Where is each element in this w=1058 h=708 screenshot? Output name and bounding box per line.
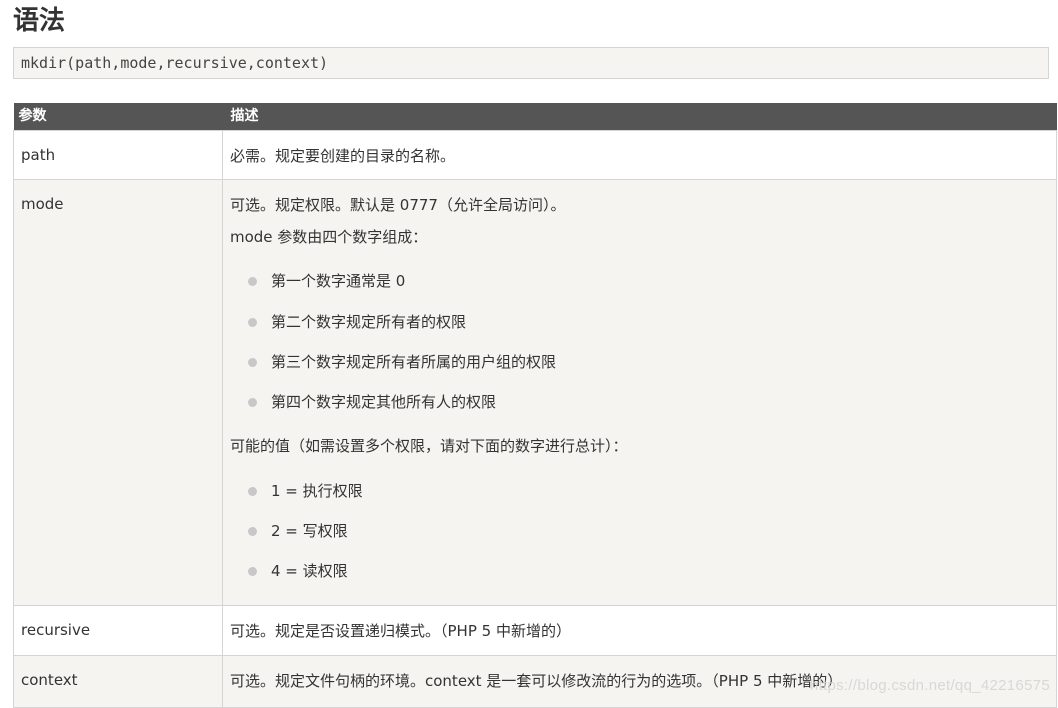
header-parameter: 参数 — [13, 103, 223, 131]
desc-line: 必需。规定要创建的目录的名称。 — [230, 147, 456, 165]
list-item-text: 第一个数字通常是 0 — [271, 272, 406, 290]
list-item: 1 = 执行权限 — [230, 481, 1056, 501]
permission-values-list: 1 = 执行权限 2 = 写权限 4 = 读权限 — [230, 481, 1056, 581]
bullet-dot-icon — [248, 358, 257, 367]
list-item-text: 1 = 执行权限 — [271, 482, 363, 500]
list-item-text: 4 = 读权限 — [271, 562, 348, 580]
page-title: 语法 — [13, 6, 66, 36]
bullet-dot-icon — [248, 318, 257, 327]
mode-digits-list: 第一个数字通常是 0 第二个数字规定所有者的权限 第三个数字规定所有者所属的用户… — [230, 271, 1056, 412]
table-header-row: 参数 描述 — [13, 103, 1057, 131]
list-item: 第三个数字规定所有者所属的用户组的权限 — [230, 352, 1056, 372]
param-name-mode: mode — [13, 179, 223, 606]
bullet-dot-icon — [248, 527, 257, 536]
param-desc-path: 必需。规定要创建的目录的名称。 — [222, 130, 1057, 180]
watermark-text: https://blog.csdn.net/qq_42216575 — [809, 677, 1050, 694]
desc-line: 可能的值（如需设置多个权限，请对下面的数字进行总计）： — [230, 437, 628, 455]
bullet-dot-icon — [248, 567, 257, 576]
table-row: recursive 可选。规定是否设置递归模式。（PHP 5 中新增的） — [13, 605, 1057, 656]
bullet-dot-icon — [248, 277, 257, 286]
table-row: path 必需。规定要创建的目录的名称。 — [13, 130, 1057, 180]
syntax-code-block: mkdir(path,mode,recursive,context) — [13, 47, 1049, 79]
param-name-recursive: recursive — [13, 605, 223, 656]
param-name-context: context — [13, 655, 223, 708]
param-desc-mode: 可选。规定权限。默认是 0777（允许全局访问）。 mode 参数由四个数字组成… — [222, 179, 1057, 606]
desc-line: 可选。规定是否设置递归模式。（PHP 5 中新增的） — [230, 622, 571, 640]
list-item: 2 = 写权限 — [230, 521, 1056, 541]
desc-line: mode 参数由四个数字组成： — [230, 228, 428, 246]
list-item: 第四个数字规定其他所有人的权限 — [230, 392, 1056, 412]
bullet-dot-icon — [248, 398, 257, 407]
list-item-text: 第二个数字规定所有者的权限 — [271, 313, 467, 331]
parameters-table: 参数 描述 path 必需。规定要创建的目录的名称。 mode 可选。规定权限。… — [13, 103, 1057, 708]
bullet-dot-icon — [248, 487, 257, 496]
list-item: 第二个数字规定所有者的权限 — [230, 312, 1056, 332]
param-desc-recursive: 可选。规定是否设置递归模式。（PHP 5 中新增的） — [222, 605, 1057, 656]
list-item-text: 2 = 写权限 — [271, 522, 348, 540]
header-description: 描述 — [222, 103, 1057, 131]
list-item: 4 = 读权限 — [230, 561, 1056, 581]
list-item-text: 第三个数字规定所有者所属的用户组的权限 — [271, 353, 557, 371]
desc-line: 可选。规定权限。默认是 0777（允许全局访问）。 — [230, 196, 566, 214]
param-name-path: path — [13, 130, 223, 180]
table-row: mode 可选。规定权限。默认是 0777（允许全局访问）。 mode 参数由四… — [13, 179, 1057, 606]
list-item: 第一个数字通常是 0 — [230, 271, 1056, 291]
list-item-text: 第四个数字规定其他所有人的权限 — [271, 393, 497, 411]
